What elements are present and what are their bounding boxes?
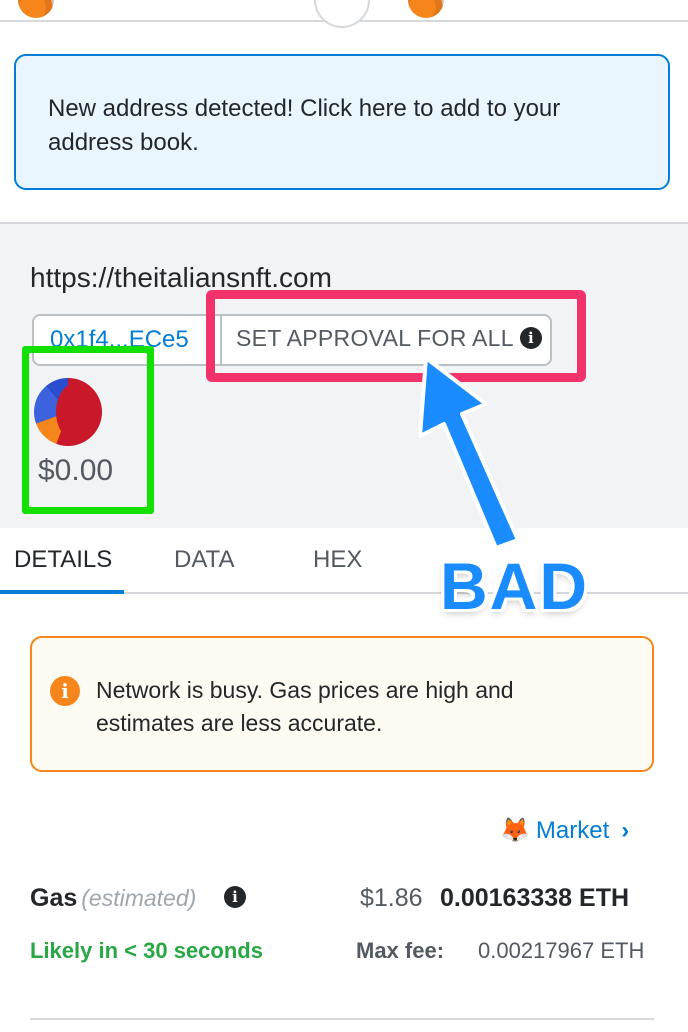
gas-timing-estimate: Likely in < 30 seconds bbox=[30, 938, 263, 963]
recipient-avatar-icon bbox=[408, 0, 444, 18]
market-label: Market bbox=[535, 817, 610, 844]
gas-fiat-value: $1.86 bbox=[360, 884, 423, 912]
fox-icon: 🦊 bbox=[500, 817, 530, 844]
network-busy-warning: i Network is busy. Gas prices are high a… bbox=[30, 636, 654, 772]
transfer-arrow-icon bbox=[314, 0, 370, 28]
green-highlight-box bbox=[22, 346, 154, 514]
market-link[interactable]: 🦊 Market › bbox=[500, 816, 629, 845]
max-fee-label: Max fee: bbox=[356, 938, 445, 963]
gas-label: Gas (estimated) bbox=[30, 884, 196, 913]
gas-estimated-label: (estimated) bbox=[81, 885, 197, 911]
tab-hex[interactable]: HEX bbox=[313, 546, 362, 574]
divider bbox=[30, 1018, 654, 1020]
bad-annotation-label: BAD bbox=[440, 549, 589, 623]
account-header bbox=[0, 0, 688, 28]
max-fee-value: 0.00217967 ETH bbox=[478, 938, 645, 963]
annotation-arrow-icon bbox=[418, 356, 520, 550]
tab-details[interactable]: DETAILS bbox=[14, 546, 112, 574]
tab-data[interactable]: DATA bbox=[174, 546, 234, 574]
chevron-right-icon: › bbox=[621, 817, 630, 844]
red-highlight-box bbox=[206, 290, 586, 382]
gas-title: Gas bbox=[30, 884, 78, 912]
sender-avatar-icon bbox=[18, 0, 54, 18]
info-icon: i bbox=[50, 676, 80, 706]
warning-text: Network is busy. Gas prices are high and… bbox=[96, 677, 514, 736]
active-tab-indicator bbox=[0, 590, 124, 594]
gas-info-icon[interactable]: i bbox=[224, 886, 246, 908]
gas-eth-value: 0.00163338 ETH bbox=[440, 884, 630, 912]
new-address-notice[interactable]: New address detected! Click here to add … bbox=[14, 54, 670, 190]
